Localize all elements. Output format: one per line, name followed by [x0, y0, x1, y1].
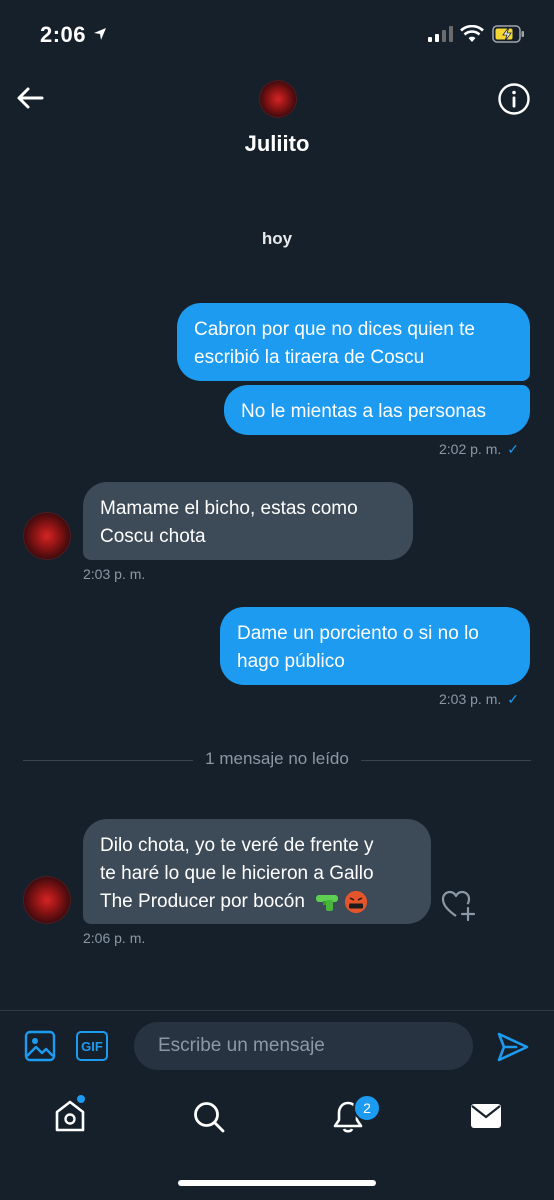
notification-badge: 2 [353, 1094, 381, 1122]
message-line: Dilo chota, yo te veré de frente y [100, 835, 374, 856]
message-timestamp: 2:02 p. m. ✓ [439, 441, 519, 458]
signal-icon [428, 26, 453, 42]
composer-divider [0, 1010, 554, 1011]
mail-icon[interactable] [470, 1103, 502, 1129]
message-bubble-outgoing[interactable]: Dame un porciento o si no lo hago públic… [220, 607, 530, 685]
message-bubble-incoming[interactable]: Mamame el bicho, estas como Coscu chota [83, 482, 413, 560]
message-line: The Producer por bocón [100, 891, 305, 912]
message-line: te haré lo que le hicieron a Gallo [100, 863, 374, 884]
message-input[interactable] [134, 1022, 473, 1070]
location-arrow-icon [94, 28, 106, 40]
water-pistol-emoji-icon [316, 894, 339, 911]
contact-avatar[interactable] [23, 876, 71, 924]
gif-icon[interactable]: GIF [76, 1031, 108, 1061]
message-timestamp: 2:03 p. m. [83, 566, 146, 582]
message-line: Mamame el bicho, estas como [100, 498, 358, 519]
send-icon[interactable] [496, 1031, 530, 1063]
timestamp-text: 2:02 p. m. [439, 441, 502, 457]
timestamp-text: 2:03 p. m. [439, 691, 502, 707]
message-line: Cabron por que no dices quien te [194, 319, 475, 340]
check-icon: ✓ [507, 441, 519, 457]
message-line: No le mientas a las personas [241, 401, 487, 422]
contact-avatar[interactable] [259, 80, 297, 118]
contact-name[interactable]: Juliito [0, 131, 554, 157]
message-line: Dame un porciento o si no lo [237, 623, 479, 644]
status-time: 2:06 [40, 22, 87, 47]
info-icon[interactable] [497, 82, 531, 116]
home-icon[interactable] [54, 1099, 86, 1133]
message-bubble-outgoing[interactable]: Cabron por que no dices quien te escribi… [177, 303, 530, 381]
home-notification-dot [77, 1095, 85, 1103]
message-line: hago público [237, 651, 345, 672]
check-icon: ✓ [507, 691, 519, 707]
battery-charging-icon [492, 25, 524, 43]
back-arrow-icon[interactable] [14, 82, 46, 114]
message-bubble-outgoing[interactable]: No le mientas a las personas [224, 385, 530, 435]
add-reaction-icon[interactable] [440, 888, 476, 922]
unread-label-text: 1 mensaje no leído [193, 749, 361, 768]
unread-label: 1 mensaje no leído [0, 749, 554, 769]
contact-avatar[interactable] [23, 512, 71, 560]
message-line: Coscu chota [100, 526, 206, 547]
date-separator: hoy [261, 229, 293, 248]
home-indicator [178, 1180, 376, 1186]
message-line: escribió la tiraera de Coscu [194, 347, 425, 368]
message-bubble-incoming[interactable]: Dilo chota, yo te veré de frente y te ha… [83, 819, 431, 924]
message-timestamp: 2:03 p. m. ✓ [439, 691, 519, 708]
image-icon[interactable] [24, 1030, 56, 1062]
message-timestamp: 2:06 p. m. [83, 930, 146, 946]
cursing-face-emoji-icon [345, 890, 368, 913]
search-icon[interactable] [192, 1100, 226, 1134]
wifi-icon [460, 25, 484, 42]
